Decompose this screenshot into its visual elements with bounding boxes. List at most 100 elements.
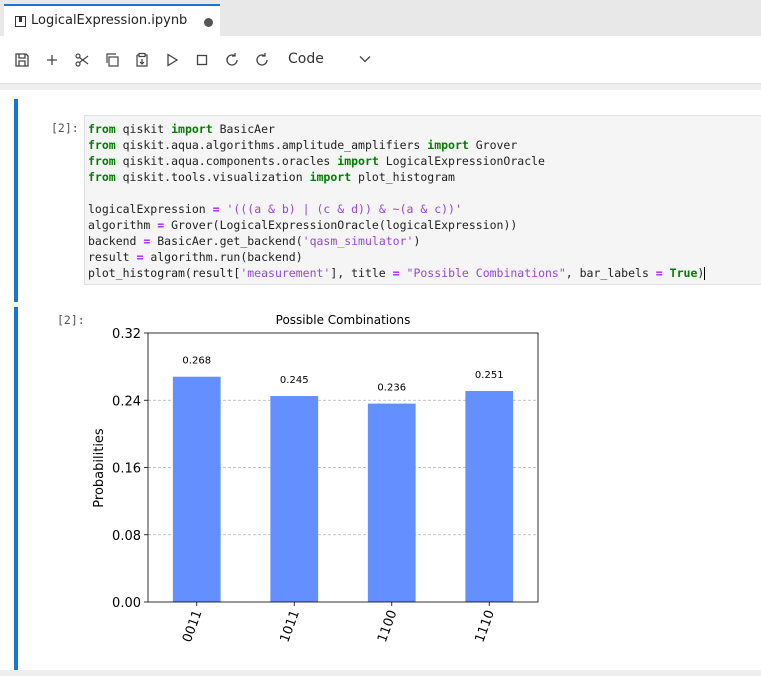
- notebook-tab[interactable]: LogicalExpression.ipynb: [4, 4, 220, 36]
- histogram-bar: [367, 403, 416, 602]
- tab-bar: LogicalExpression.ipynb: [0, 0, 761, 36]
- code-token: 'qasm_simulator': [302, 234, 414, 248]
- bar-value-label: 0.245: [280, 375, 309, 386]
- code-token: '(((a & b) | (c & d)) & ~(a & c))': [226, 202, 462, 216]
- code-content[interactable]: from qiskit import BasicAer from qiskit.a…: [88, 121, 706, 281]
- code-line: result = algorithm.run(backend): [88, 249, 705, 265]
- code-token: Grover(LogicalExpressionOracle(logicalEx…: [164, 218, 518, 232]
- bar-value-label: 0.236: [377, 383, 406, 394]
- chart-title: Possible Combinations: [276, 313, 411, 327]
- unsaved-indicator-icon[interactable]: [204, 18, 213, 27]
- code-token: logicalExpression: [88, 202, 213, 216]
- refresh-icon: [256, 53, 268, 66]
- code-token: from: [88, 170, 116, 184]
- code-token: ], title: [330, 266, 393, 280]
- code-token: BasicAer: [212, 122, 275, 136]
- code-token: algorithm: [88, 218, 158, 232]
- code-line: logicalExpression = '(((a & b) | (c & d)…: [88, 201, 705, 217]
- code-token: from: [88, 122, 116, 136]
- code-line: backend = BasicAer.get_backend('qasm_sim…: [88, 233, 705, 249]
- bar-value-label: 0.251: [475, 370, 504, 381]
- notebook-toolbar: Code: [0, 36, 761, 84]
- code-token: =: [212, 202, 220, 216]
- code-token: BasicAer.get_backend(: [150, 234, 303, 248]
- interrupt-button[interactable]: [192, 50, 212, 70]
- x-tick-label: 1011: [278, 608, 303, 644]
- code-token: "Possible Combinations": [406, 266, 566, 280]
- code-token: Grover: [468, 138, 518, 152]
- code-line: from qiskit import BasicAer: [88, 121, 705, 137]
- stop-icon: [196, 54, 208, 66]
- copy-button[interactable]: [102, 50, 122, 70]
- x-tick-label: 1110: [473, 608, 498, 644]
- play-icon: [167, 53, 179, 67]
- code-line: plot_histogram(result['measurement'], ti…: [88, 265, 706, 281]
- code-token: from: [88, 154, 116, 168]
- y-tick-label: 0.00: [112, 596, 141, 611]
- histogram-bar: [465, 391, 514, 602]
- run-button[interactable]: [162, 50, 182, 70]
- restart-icon: [226, 53, 238, 66]
- y-tick-label: 0.24: [112, 394, 141, 409]
- save-icon: [15, 53, 29, 67]
- code-token: 'measurement': [240, 266, 331, 280]
- plus-icon: [47, 55, 57, 65]
- chevron-down-icon[interactable]: [358, 52, 372, 66]
- code-token: plot_histogram: [351, 170, 455, 184]
- y-axis-label: Probabilities: [92, 428, 107, 508]
- code-line: algorithm = Grover(LogicalExpressionOrac…: [88, 217, 705, 233]
- histogram-bar: [172, 376, 221, 602]
- code-token: import: [427, 138, 469, 152]
- code-token: import: [337, 154, 379, 168]
- code-token: qiskit: [115, 122, 172, 136]
- code-token: qiskit.tools.visualization: [115, 170, 310, 184]
- code-token: ): [697, 266, 705, 280]
- code-line: from qiskit.aqua.components.oracles impo…: [88, 153, 705, 169]
- y-tick-label: 0.32: [112, 327, 141, 342]
- cut-button[interactable]: [72, 50, 92, 70]
- x-tick-label: 1100: [375, 608, 400, 644]
- restart-kernel-button[interactable]: [222, 50, 242, 70]
- code-token: from: [88, 138, 116, 152]
- code-token: qiskit.aqua.algorithms.amplitude_amplifi…: [115, 138, 428, 152]
- insert-cell-button[interactable]: [42, 50, 62, 70]
- output-prompt: [2]:: [57, 313, 85, 327]
- code-token: plot_histogram(result[: [88, 266, 241, 280]
- text-cursor: [704, 267, 706, 280]
- code-token: import: [171, 122, 213, 136]
- bottom-edge: [0, 670, 761, 676]
- output-cell-collapser[interactable]: [14, 307, 18, 670]
- cell-type-select[interactable]: Code: [288, 51, 324, 67]
- code-line: from qiskit.tools.visualization import p…: [88, 169, 705, 185]
- code-token: =: [655, 266, 663, 280]
- code-token: result: [88, 250, 137, 264]
- code-token: ): [413, 234, 421, 248]
- paste-icon: [136, 52, 148, 67]
- notebook-icon: [15, 16, 26, 27]
- code-token: =: [392, 266, 400, 280]
- x-tick-label: 0011: [180, 608, 205, 644]
- paste-button[interactable]: [132, 50, 152, 70]
- save-button[interactable]: [12, 50, 32, 70]
- code-token: qiskit.aqua.components.oracles: [115, 154, 338, 168]
- input-cell-collapser[interactable]: [14, 99, 18, 302]
- code-token: LogicalExpressionOracle: [378, 154, 545, 168]
- code-token: , bar_labels: [565, 266, 656, 280]
- copy-icon: [106, 53, 119, 67]
- scissors-icon: [75, 53, 89, 67]
- restart-run-all-button[interactable]: [252, 50, 272, 70]
- code-token: backend: [88, 234, 144, 248]
- tab-title: LogicalExpression.ipynb: [31, 13, 188, 28]
- code-token: import: [309, 170, 352, 184]
- y-tick-label: 0.08: [112, 529, 141, 544]
- histogram-bar: [270, 396, 319, 602]
- code-line: from qiskit.aqua.algorithms.amplitude_am…: [88, 137, 705, 153]
- code-token: True: [669, 266, 698, 280]
- code-token: algorithm.run(backend): [143, 250, 303, 264]
- y-tick-label: 0.16: [112, 462, 141, 477]
- bar-value-label: 0.268: [182, 356, 211, 367]
